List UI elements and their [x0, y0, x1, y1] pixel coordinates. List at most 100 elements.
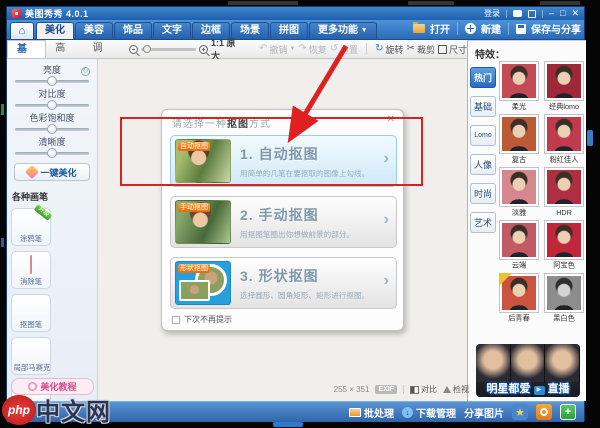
dont-show-again-checkbox[interactable]: [172, 315, 180, 324]
effect-thumbnail[interactable]: [499, 114, 539, 154]
local-mosaic-button[interactable]: 局部马赛克: [11, 337, 51, 375]
maximize-button[interactable]: □: [560, 9, 565, 18]
effects-tab-basic[interactable]: 基础: [470, 96, 496, 117]
annotation-rectangle: [120, 117, 423, 186]
view-button[interactable]: 检视: [443, 384, 469, 395]
thumbnail-tag: 形状抠图: [178, 264, 210, 273]
effect-post-youth[interactable]: 后青春: [499, 273, 539, 324]
share-image-button[interactable]: 分享图片: [464, 405, 504, 420]
panel-tab-tone[interactable]: 调色: [84, 40, 121, 72]
effect-thumbnail[interactable]: [544, 273, 584, 313]
tab-collage[interactable]: 拼图: [270, 22, 308, 39]
close-button[interactable]: ✕: [571, 9, 579, 18]
eraser-pen-button[interactable]: 消除笔: [11, 251, 51, 289]
effect-thumbnail[interactable]: [544, 61, 584, 101]
effects-tab-portrait[interactable]: 人像: [470, 154, 496, 175]
effect-thumbnail[interactable]: [499, 61, 539, 101]
promo-banner[interactable]: 明星都爱 ▶ 直播: [476, 344, 580, 397]
effect-pink-lady[interactable]: 粉红佳人: [544, 114, 584, 165]
one-key-beautify-button[interactable]: 一键美化: [14, 163, 90, 181]
slider-knob[interactable]: [47, 124, 57, 134]
shape-cutout-thumbnail: 形状抠图: [175, 261, 231, 305]
divider: [506, 9, 507, 18]
tab-accessories[interactable]: 饰品: [114, 22, 152, 39]
effect-label: 阿宝色: [553, 261, 575, 270]
exif-badge[interactable]: EXIF: [375, 385, 397, 394]
effect-thumbnail[interactable]: [499, 273, 539, 313]
brush-label: 局部马赛克: [13, 363, 51, 372]
banner-faces: [476, 344, 580, 382]
effect-label: 复古: [511, 155, 527, 164]
tab-beautify[interactable]: 美化: [36, 22, 74, 39]
effects-tab-art[interactable]: 艺术: [470, 212, 496, 233]
titlebar: 美图秀秀 4.0.1 登录 – □ ✕: [7, 7, 584, 20]
star-app-button[interactable]: ★: [512, 404, 528, 420]
panel-tab-basic[interactable]: 基础: [7, 40, 47, 73]
zoom-slider[interactable]: [140, 44, 197, 53]
effects-grid: 柔光 经典lomo 复古 粉红佳人 淡雅 HDR 云端 阿宝色 后青春 黑白色: [499, 61, 587, 324]
new-button[interactable]: 新建: [481, 21, 501, 36]
save-share-button[interactable]: 保存与分享: [531, 21, 581, 36]
contrast-slider[interactable]: [15, 100, 89, 110]
desktop-fragment: [1, 104, 4, 115]
zoom-slider-knob[interactable]: [142, 44, 151, 53]
doodle-pen-button[interactable]: 升级 涂鸦笔: [11, 204, 53, 246]
tab-text[interactable]: 文字: [153, 22, 191, 39]
slider-knob[interactable]: [47, 76, 57, 86]
effects-tab-lomo[interactable]: Lomo: [470, 125, 496, 146]
save-icon: [516, 23, 526, 34]
cutout-pen-button[interactable]: 抠图笔: [11, 294, 51, 332]
feedback-chat-icon[interactable]: [513, 10, 522, 17]
effect-hdr[interactable]: HDR: [544, 167, 584, 218]
option-manual-cutout[interactable]: 手动抠图 2. 手动抠图 用抠图笔圈出你想做前景的部分。 ›: [170, 196, 397, 248]
slider-label: 清晰度: [38, 137, 66, 147]
divider: [457, 22, 458, 35]
open-button[interactable]: 打开: [430, 21, 450, 36]
panel-tab-advanced[interactable]: 高级: [46, 40, 83, 72]
effect-soft-light[interactable]: 柔光: [499, 61, 539, 112]
effect-classic-lomo[interactable]: 经典lomo: [544, 61, 584, 112]
crop-button[interactable]: ✂ 裁剪: [407, 43, 435, 56]
thumbnail-tag: 手动抠图: [178, 203, 210, 212]
compare-button[interactable]: 对比: [410, 384, 437, 395]
reset-adjustments-icon[interactable]: ↻: [81, 67, 90, 76]
effects-tab-hot[interactable]: 热门: [470, 67, 496, 88]
slider-label: 色彩饱和度: [29, 113, 75, 123]
resize-button[interactable]: 尺寸: [437, 43, 467, 56]
effect-retro[interactable]: 复古: [499, 114, 539, 165]
undo-icon: ↶: [258, 43, 268, 54]
login-link[interactable]: 登录: [484, 8, 500, 19]
add-app-button[interactable]: +: [560, 404, 576, 420]
zoom-out-icon[interactable]: [128, 44, 140, 56]
annotation-arrow-icon: [287, 44, 349, 144]
sharpness-slider[interactable]: [15, 148, 89, 158]
brightness-slider[interactable]: [15, 76, 89, 86]
checkbox-label: 下次不再提示: [184, 315, 232, 324]
effect-thumbnail[interactable]: [544, 220, 584, 260]
option-shape-cutout[interactable]: 形状抠图 3. 形状抠图 选择圆形、圆角矩形、矩形进行抠图。 ›: [170, 257, 397, 309]
effect-abao[interactable]: 阿宝色: [544, 220, 584, 271]
rotate-button[interactable]: ↻ 旋转: [375, 43, 403, 56]
effect-thumbnail[interactable]: [499, 220, 539, 260]
effect-thumbnail[interactable]: [544, 114, 584, 154]
effect-thumbnail[interactable]: [544, 167, 584, 207]
tab-home[interactable]: ⌂: [10, 22, 34, 39]
download-manager-button[interactable]: ↓ 下载管理: [402, 405, 456, 420]
option-title: 3. 形状抠图: [240, 267, 319, 284]
effects-panel: 特效： 热门 基础 Lomo 人像 时尚 艺术 柔光 经典lomo 复古 粉红佳…: [467, 40, 586, 401]
effect-cloud[interactable]: 云端: [499, 220, 539, 271]
effects-tab-fashion[interactable]: 时尚: [470, 183, 496, 204]
viewer-app-button[interactable]: [536, 404, 552, 420]
slider-knob[interactable]: [47, 148, 57, 158]
effect-thumbnail[interactable]: [499, 167, 539, 207]
minimize-button[interactable]: –: [549, 9, 554, 18]
zoom-in-icon[interactable]: [199, 44, 210, 56]
saturation-slider[interactable]: [15, 124, 89, 134]
tab-more-features[interactable]: 更多功能 ▼: [309, 22, 377, 39]
effect-elegant[interactable]: 淡雅: [499, 167, 539, 218]
effect-black-white[interactable]: 黑白色: [544, 273, 584, 324]
tab-cosmetic[interactable]: 美容: [75, 22, 113, 39]
batch-process-button[interactable]: 批处理: [349, 405, 394, 420]
slider-knob[interactable]: [47, 100, 57, 110]
skin-icon[interactable]: [528, 9, 536, 18]
